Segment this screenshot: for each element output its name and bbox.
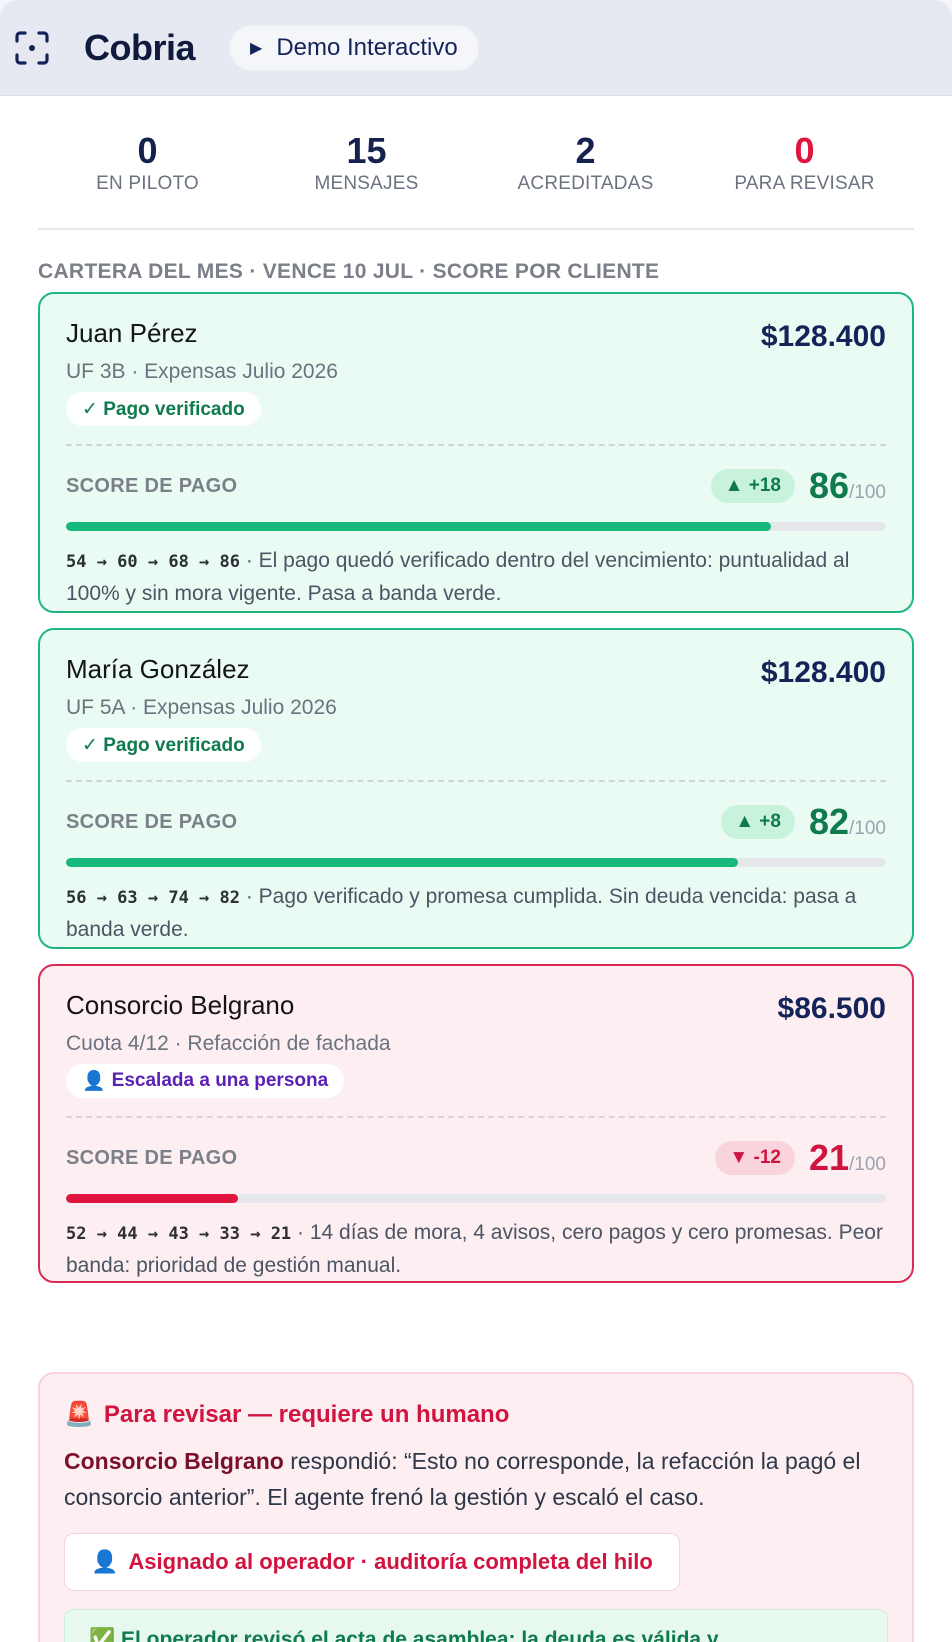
score-label: SCORE DE PAGO: [66, 810, 238, 833]
section-title: CARTERA DEL MES · VENCE 10 JUL · SCORE P…: [38, 260, 660, 283]
app-frame: Cobria ▶ Demo Interactivo 0 EN PILOTO 15…: [0, 0, 952, 1642]
score-max: /100: [849, 482, 886, 503]
divider: [66, 780, 886, 782]
client-amount: $86.500: [777, 992, 886, 1025]
stat-value: 2: [575, 130, 596, 171]
stat-label: PARA REVISAR: [734, 173, 875, 195]
score-value: 86: [808, 465, 850, 506]
score-max: /100: [849, 818, 886, 839]
alert-title: Para revisar — requiere un humano: [103, 1400, 510, 1428]
score-delta: ▲ +8: [721, 805, 795, 839]
demo-interactive-button[interactable]: ▶ Demo Interactivo: [229, 24, 479, 71]
siren-icon: 🚨: [64, 1401, 94, 1428]
scan-logo-icon: [14, 30, 50, 66]
client-card[interactable]: María González $128.400 UF 5A · Expensas…: [38, 628, 914, 949]
assign-label: Asignado al operador · auditoría complet…: [128, 1549, 653, 1574]
stat-value: 0: [137, 130, 158, 171]
verified-badge: ✓ Pago verificado: [66, 728, 261, 762]
stat-value: 15: [346, 130, 387, 171]
score-delta: ▼ -12: [715, 1141, 795, 1175]
person-icon: 👤: [91, 1549, 119, 1574]
score-bar: [66, 522, 886, 531]
stat-value: 0: [794, 130, 815, 171]
score-value: 82: [808, 801, 850, 842]
verified-badge: ✓ Pago verificado: [66, 392, 261, 426]
stat-label: ACREDITADAS: [517, 173, 654, 195]
stat-label: MENSAJES: [314, 173, 419, 195]
score-max: /100: [849, 1154, 886, 1175]
divider: [66, 1116, 886, 1118]
person-icon: 👤: [82, 1071, 106, 1092]
client-amount: $128.400: [760, 320, 886, 353]
resolution-text: El operador revisó el acta de asamblea: …: [121, 1628, 719, 1642]
stat-piloto: 0 EN PILOTO: [38, 130, 257, 228]
client-subtitle: Cuota 4/12 · Refacción de fachada: [66, 1032, 391, 1055]
client-subtitle: UF 5A · Expensas Julio 2026: [66, 696, 337, 719]
score-description: 56 → 63 → 74 → 82 · Pago verificado y pr…: [66, 881, 886, 965]
client-name: María González: [66, 654, 250, 684]
brand-name: Cobria: [84, 26, 196, 68]
assigned-operator-button[interactable]: 👤 Asignado al operador · auditoría compl…: [64, 1533, 680, 1591]
review-alert: 🚨 Para revisar — requiere un humano Cons…: [38, 1372, 914, 1642]
score-label: SCORE DE PAGO: [66, 1146, 238, 1169]
stat-acreditadas: 2 ACREDITADAS: [476, 130, 695, 228]
score-bar: [66, 858, 886, 867]
client-subtitle: UF 3B · Expensas Julio 2026: [66, 360, 338, 383]
stat-revisar: 0 PARA REVISAR: [695, 130, 914, 228]
client-name: Juan Pérez: [66, 318, 198, 348]
stat-mensajes: 15 MENSAJES: [257, 130, 476, 228]
score-bar-fill: [66, 522, 772, 531]
score-bar-fill: [66, 858, 739, 867]
score-value: 21: [808, 1137, 850, 1178]
score-trail: 54 → 60 → 68 → 86: [66, 552, 240, 572]
top-bar: Cobria ▶ Demo Interactivo: [0, 0, 952, 96]
alert-message: Consorcio Belgrano respondió: “Esto no c…: [64, 1443, 888, 1515]
client-card[interactable]: Consorcio Belgrano $86.500 Cuota 4/12 · …: [38, 964, 914, 1283]
demo-label: Demo Interactivo: [276, 33, 458, 61]
play-icon: ▶: [250, 39, 263, 57]
client-card[interactable]: Juan Pérez $128.400 UF 3B · Expensas Jul…: [38, 292, 914, 613]
resolution-note: ✅ El operador revisó el acta de asamblea…: [64, 1609, 888, 1642]
check-icon: ✅: [89, 1628, 116, 1642]
stat-label: EN PILOTO: [96, 173, 199, 195]
score-label: SCORE DE PAGO: [66, 474, 238, 497]
score-bar-fill: [66, 1194, 239, 1203]
score-delta: ▲ +18: [710, 469, 795, 503]
escalated-badge: 👤 Escalada a una persona: [66, 1064, 345, 1098]
score-trail: 52 → 44 → 43 → 33 → 21: [66, 1224, 292, 1244]
divider: [66, 444, 886, 446]
score-description: 52 → 44 → 43 → 33 → 21 · 14 días de mora…: [66, 1217, 886, 1301]
stats-row: 0 EN PILOTO 15 MENSAJES 2 ACREDITADAS 0 …: [38, 130, 914, 230]
badge-label: Escalada a una persona: [111, 1070, 329, 1091]
score-description: 54 → 60 → 68 → 86 · El pago quedó verifi…: [66, 545, 886, 629]
score-bar: [66, 1194, 886, 1203]
client-name: Consorcio Belgrano: [66, 990, 295, 1020]
client-amount: $128.400: [760, 656, 886, 689]
alert-client: Consorcio Belgrano: [64, 1448, 284, 1474]
score-trail: 56 → 63 → 74 → 82: [66, 888, 240, 908]
